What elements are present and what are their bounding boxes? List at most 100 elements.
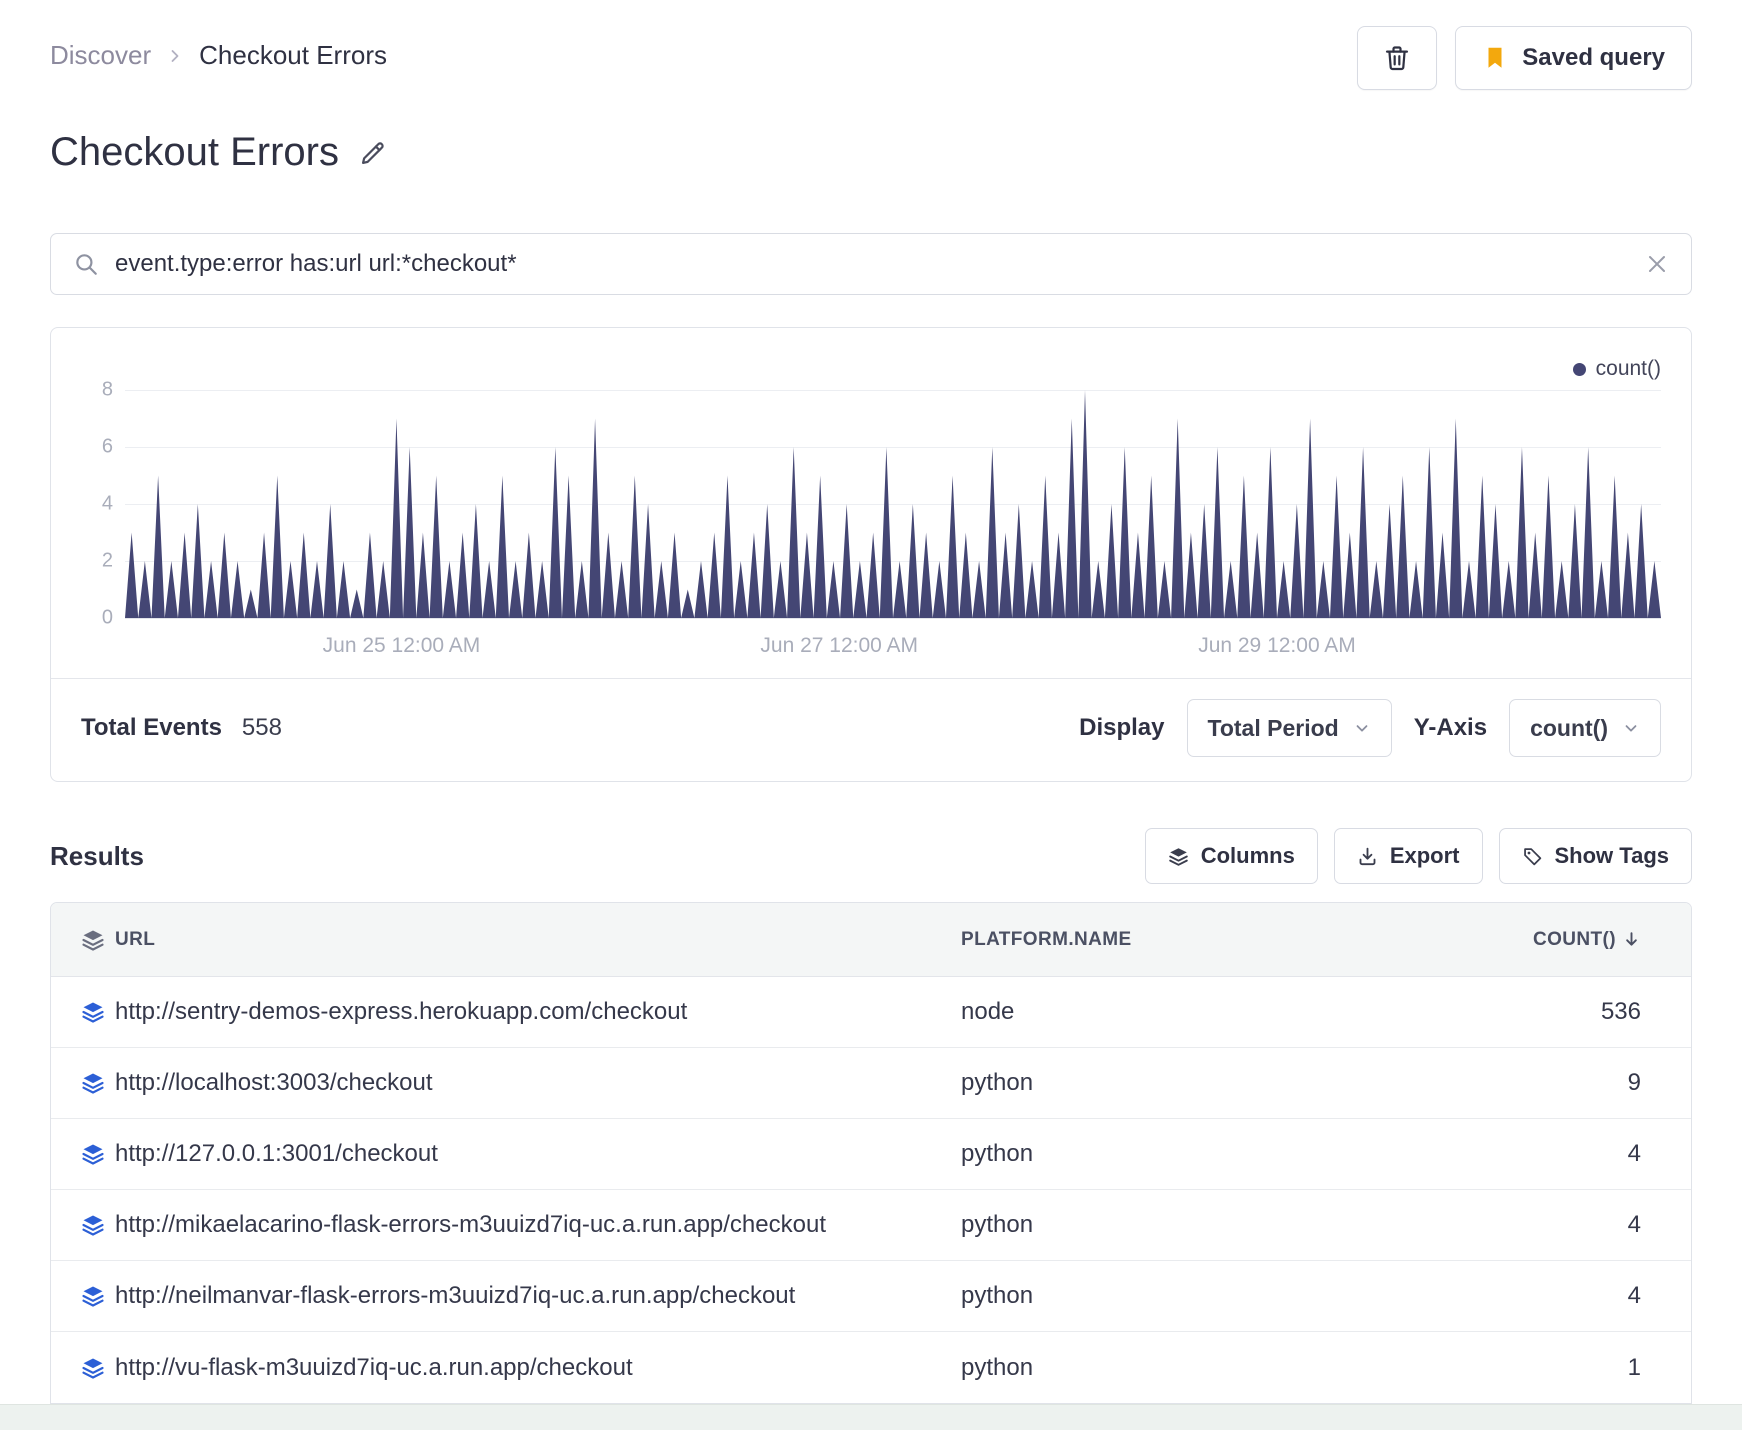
chart-controls: Display Total Period Y-Axis count(): [1079, 699, 1661, 757]
page-bottom-strip: [0, 1404, 1742, 1430]
legend-dot: [1572, 362, 1586, 376]
table-row[interactable]: http://sentry-demos-express.herokuapp.co…: [51, 977, 1691, 1048]
yaxis-dropdown-value: count(): [1530, 714, 1608, 741]
saved-query-button[interactable]: Saved query: [1455, 26, 1692, 90]
search-icon: [73, 251, 99, 277]
layers-icon: [1168, 846, 1189, 867]
display-dropdown[interactable]: Total Period: [1186, 699, 1392, 757]
export-button-label: Export: [1389, 843, 1460, 868]
saved-query-label: Saved query: [1522, 44, 1665, 71]
edit-pencil-icon[interactable]: [359, 139, 387, 167]
chart-series-path: [125, 390, 1661, 618]
cell-count: 4: [1627, 1211, 1641, 1238]
show-tags-button[interactable]: Show Tags: [1498, 828, 1692, 884]
chart-x-axis: Jun 25 12:00 AM Jun 27 12:00 AM Jun 29 1…: [125, 618, 1661, 670]
column-header-count[interactable]: COUNT(): [1461, 929, 1691, 951]
cell-url: http://localhost:3003/checkout: [115, 1069, 433, 1096]
chevron-right-icon: [165, 46, 185, 66]
total-events-value: 558: [241, 714, 282, 741]
cell-url: http://sentry-demos-express.herokuapp.co…: [115, 998, 688, 1025]
top-actions: Saved query: [1357, 26, 1692, 90]
page-title: Checkout Errors: [50, 130, 339, 174]
cell-platform: python: [961, 1069, 1034, 1096]
table-row[interactable]: http://127.0.0.1:3001/checkout python 4: [51, 1119, 1691, 1190]
chart-plot[interactable]: [125, 390, 1661, 619]
results-title: Results: [50, 840, 144, 871]
column-header-url[interactable]: URL: [115, 929, 961, 951]
y-tick: 2: [101, 549, 113, 572]
export-button[interactable]: Export: [1333, 828, 1483, 884]
cell-platform: python: [961, 1282, 1034, 1309]
cell-count: 4: [1627, 1282, 1641, 1309]
layers-icon[interactable]: [51, 1213, 115, 1237]
cell-platform: python: [961, 1211, 1034, 1238]
results-table: URL PLATFORM.NAME COUNT() http://sentry-…: [50, 902, 1692, 1404]
cell-url: http://vu-flask-m3uuizd7iq-uc.a.run.app/…: [115, 1353, 633, 1381]
delete-query-button[interactable]: [1357, 26, 1438, 90]
cell-count: 4: [1627, 1140, 1641, 1167]
yaxis-label: Y-Axis: [1413, 714, 1488, 741]
table-row[interactable]: http://localhost:3003/checkout python 9: [51, 1048, 1691, 1119]
results-actions: Columns Export Show Tags: [1144, 828, 1692, 884]
chart-area: count() 8 6 4 2 0 Jun 25 12:00 AM Jun 27…: [51, 328, 1691, 678]
table-header-row: URL PLATFORM.NAME COUNT(): [51, 903, 1691, 977]
display-dropdown-value: Total Period: [1207, 714, 1339, 741]
y-tick: 8: [101, 378, 113, 401]
chart-plot-row: 8 6 4 2 0: [81, 379, 1661, 629]
chart-footer: Total Events 558 Display Total Period Y-…: [51, 678, 1691, 781]
legend-label: count(): [1595, 357, 1661, 380]
chevron-down-icon: [1622, 719, 1640, 737]
columns-button[interactable]: Columns: [1144, 828, 1318, 884]
layers-icon[interactable]: [51, 1284, 115, 1308]
total-events-label: Total Events: [81, 714, 222, 741]
close-icon[interactable]: [1645, 252, 1669, 276]
layers-icon[interactable]: [51, 1000, 115, 1024]
trash-icon: [1383, 44, 1411, 72]
download-icon: [1357, 846, 1378, 867]
tag-icon: [1522, 846, 1543, 867]
cell-platform: python: [961, 1353, 1034, 1381]
search-input[interactable]: [115, 250, 1629, 278]
top-bar: Discover Checkout Errors Saved query: [50, 0, 1692, 90]
cell-count: 9: [1627, 1069, 1641, 1096]
chevron-down-icon: [1353, 719, 1371, 737]
layers-icon[interactable]: [51, 1142, 115, 1166]
layers-icon[interactable]: [51, 1071, 115, 1095]
cell-url: http://neilmanvar-flask-errors-m3uuizd7i…: [115, 1282, 796, 1309]
chart-legend[interactable]: count(): [81, 354, 1661, 384]
cell-platform: node: [961, 998, 1015, 1025]
sort-descending-icon: [1622, 930, 1641, 949]
cell-count: 1: [1627, 1353, 1641, 1381]
total-events: Total Events 558: [81, 714, 282, 742]
y-tick: 0: [101, 606, 113, 629]
cell-count: 536: [1600, 998, 1641, 1025]
x-tick: Jun 27 12:00 AM: [760, 634, 919, 657]
search-bar: [50, 233, 1692, 295]
columns-button-label: Columns: [1200, 843, 1295, 868]
yaxis-dropdown[interactable]: count(): [1509, 699, 1661, 757]
display-label: Display: [1079, 714, 1165, 741]
breadcrumb-current: Checkout Errors: [199, 40, 387, 70]
table-row[interactable]: http://neilmanvar-flask-errors-m3uuizd7i…: [51, 1261, 1691, 1332]
y-tick: 4: [101, 492, 113, 515]
breadcrumb: Discover Checkout Errors: [50, 26, 387, 71]
bookmark-icon: [1482, 45, 1508, 71]
layers-icon: [51, 928, 115, 952]
column-header-count-label: COUNT(): [1532, 928, 1616, 950]
table-row[interactable]: http://vu-flask-m3uuizd7iq-uc.a.run.app/…: [51, 1332, 1691, 1403]
cell-platform: python: [961, 1140, 1034, 1167]
layers-icon[interactable]: [51, 1356, 115, 1380]
chart-y-axis: 8 6 4 2 0: [81, 379, 125, 629]
table-row[interactable]: http://mikaelacarino-flask-errors-m3uuiz…: [51, 1190, 1691, 1261]
x-tick: Jun 25 12:00 AM: [322, 634, 481, 657]
cell-url: http://mikaelacarino-flask-errors-m3uuiz…: [115, 1211, 826, 1238]
chart-series: [125, 390, 1661, 618]
column-header-platform[interactable]: PLATFORM.NAME: [961, 929, 1461, 951]
cell-url: http://127.0.0.1:3001/checkout: [115, 1140, 438, 1167]
results-header: Results Columns Export Show Tags: [50, 828, 1692, 884]
show-tags-button-label: Show Tags: [1554, 843, 1670, 868]
x-tick: Jun 29 12:00 AM: [1198, 634, 1356, 657]
y-tick: 6: [101, 435, 113, 458]
title-row: Checkout Errors: [50, 130, 1692, 175]
breadcrumb-discover[interactable]: Discover: [50, 40, 151, 71]
